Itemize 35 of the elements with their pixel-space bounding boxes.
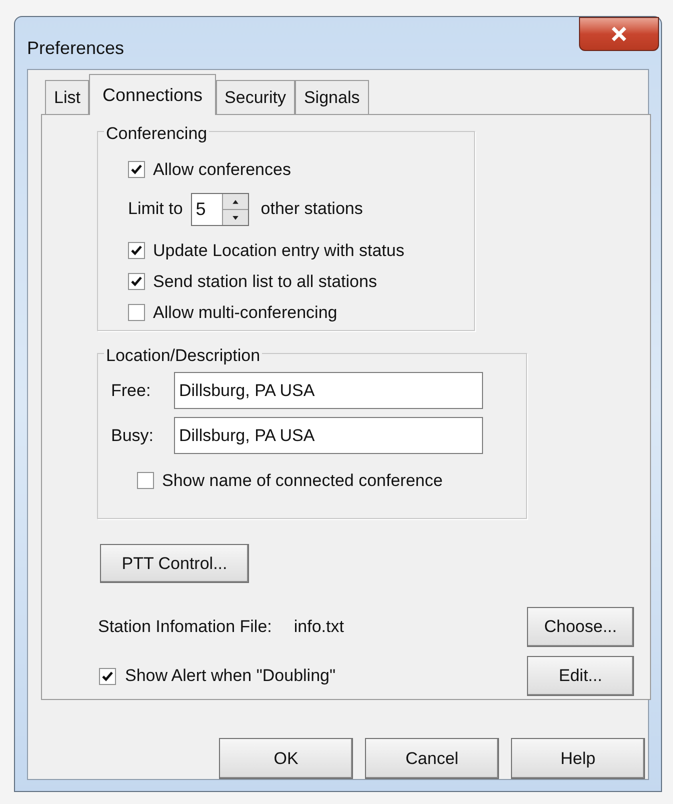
choose-button[interactable]: Choose...: [527, 607, 634, 647]
close-icon: [610, 26, 628, 42]
ok-button[interactable]: OK: [219, 738, 353, 779]
tab[interactable]: Signals: [294, 80, 369, 114]
checkbox-label: Allow conferences: [153, 158, 291, 181]
checkbox-label: Show Alert when "Doubling": [125, 665, 336, 688]
field-label: Free:: [111, 380, 152, 402]
help-button[interactable]: Help: [511, 738, 645, 779]
text-field[interactable]: Dillsburg, PA USA: [174, 372, 483, 409]
field-label: Busy:: [111, 424, 155, 447]
checkbox[interactable]: [128, 304, 145, 321]
checkbox[interactable]: [137, 472, 154, 490]
checkbox[interactable]: [128, 161, 145, 178]
tab[interactable]: List: [45, 80, 90, 114]
close-button[interactable]: [579, 17, 659, 51]
tab[interactable]: Security: [216, 80, 295, 114]
checkbox-label: Allow multi-conferencing: [153, 302, 338, 324]
number-spinner[interactable]: 5: [190, 192, 249, 226]
tab[interactable]: Connections: [89, 74, 216, 115]
checkbox[interactable]: [128, 273, 145, 290]
checkbox-label: Show name of connected conference: [162, 470, 443, 492]
checkbox-label: Send station list to all stations: [153, 270, 377, 293]
cancel-button[interactable]: Cancel: [365, 738, 499, 779]
spinner-suffix: other stations: [260, 198, 363, 220]
field-label: Station Infomation File:: [98, 616, 272, 638]
window-title: Preferences: [27, 37, 124, 60]
checkbox[interactable]: [128, 242, 145, 259]
ptt-control-button[interactable]: PTT Control...: [100, 544, 249, 583]
spinner-value: 5: [194, 198, 207, 220]
checkbox-label: Update Location entry with status: [153, 240, 404, 262]
edit-button[interactable]: Edit...: [527, 656, 634, 696]
checkbox[interactable]: [99, 668, 116, 684]
file-name: info.txt: [294, 616, 344, 638]
text-field[interactable]: Dillsburg, PA USA: [174, 417, 483, 454]
spinner-label: Limit to: [128, 198, 183, 220]
